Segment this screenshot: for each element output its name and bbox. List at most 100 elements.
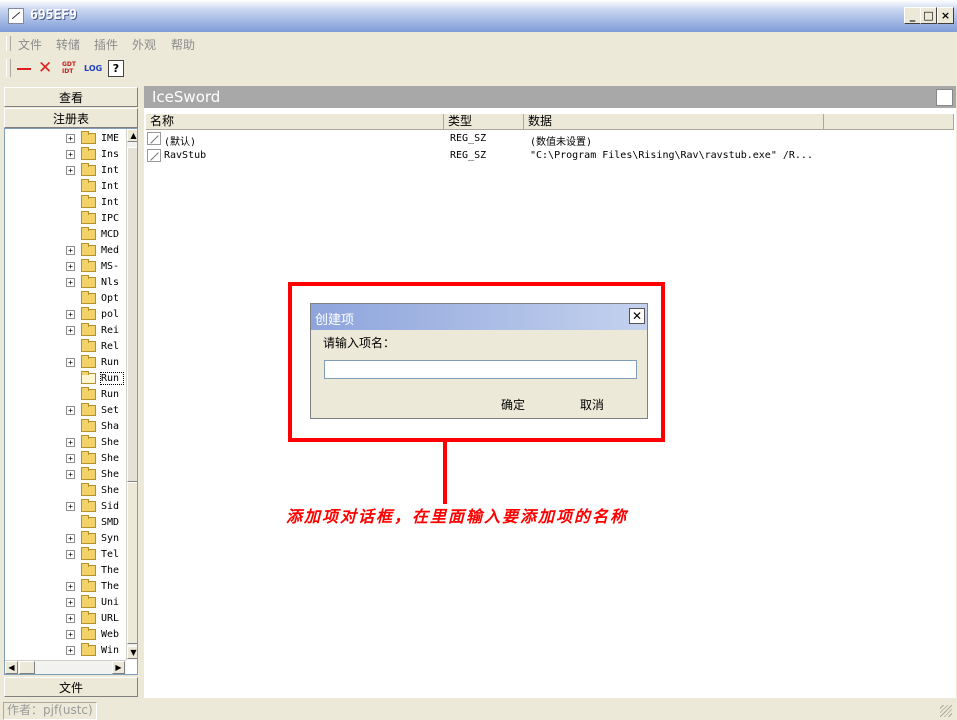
menu-appearance[interactable]: 外观 bbox=[132, 36, 156, 53]
scroll-right-arrow[interactable]: ▶ bbox=[112, 661, 125, 674]
tree-item[interactable]: SMD bbox=[5, 515, 137, 531]
tree-item[interactable]: + Med bbox=[5, 243, 137, 259]
string-value-icon bbox=[147, 149, 161, 162]
expand-icon[interactable]: + bbox=[66, 358, 75, 367]
tree-item[interactable]: + Run bbox=[5, 355, 137, 371]
tree-item-label: Int bbox=[101, 165, 120, 176]
tree-item[interactable]: + Syn bbox=[5, 531, 137, 547]
tab-registry[interactable]: 注册表 bbox=[4, 108, 138, 128]
expand-icon[interactable]: + bbox=[66, 646, 75, 655]
expand-icon[interactable]: + bbox=[66, 438, 75, 447]
tree-item[interactable]: + Tel bbox=[5, 547, 137, 563]
tree-item[interactable]: Run bbox=[5, 387, 137, 403]
ok-button[interactable]: 确定 bbox=[501, 396, 525, 413]
menu-plugins[interactable]: 插件 bbox=[94, 36, 118, 53]
scroll-track[interactable] bbox=[127, 147, 137, 482]
tree-item[interactable]: + Set bbox=[5, 403, 137, 419]
menu-dump[interactable]: 转储 bbox=[56, 36, 80, 53]
tab-file[interactable]: 文件 bbox=[4, 677, 138, 697]
table-row[interactable]: RavStub REG_SZ "C:\Program Files\Rising\… bbox=[144, 148, 956, 165]
column-header-name[interactable]: 名称 bbox=[146, 114, 444, 130]
tree-horizontal-scrollbar[interactable]: ◀ ▶ bbox=[5, 660, 126, 674]
column-header-type[interactable]: 类型 bbox=[444, 114, 524, 130]
cancel-button[interactable]: 取消 bbox=[580, 396, 604, 413]
expand-icon[interactable]: + bbox=[66, 134, 75, 143]
registry-tree: + IME + Ins + Int Int Int IPC MCD + Med + MS- + Nls Opt +… bbox=[4, 128, 138, 675]
expand-icon[interactable]: + bbox=[66, 502, 75, 511]
dialog-prompt: 请输入项名： bbox=[323, 336, 396, 350]
expand-icon[interactable]: + bbox=[66, 582, 75, 591]
gdt-idt-icon[interactable]: GDT IDT bbox=[62, 61, 76, 75]
close-button[interactable]: × bbox=[937, 7, 954, 24]
tree-item[interactable]: Sha bbox=[5, 419, 137, 435]
expand-icon[interactable]: + bbox=[66, 534, 75, 543]
expand-icon[interactable]: + bbox=[66, 326, 75, 335]
tree-item[interactable]: + Uni bbox=[5, 595, 137, 611]
tree-item[interactable]: + Sid bbox=[5, 499, 137, 515]
row-data: (数值未设置) bbox=[530, 137, 593, 148]
expand-icon[interactable]: + bbox=[66, 406, 75, 415]
expand-icon[interactable]: + bbox=[66, 470, 75, 479]
maximize-button[interactable]: □ bbox=[920, 7, 937, 24]
tree-item-label: URL bbox=[101, 613, 120, 624]
tree-item[interactable]: + The bbox=[5, 579, 137, 595]
help-icon[interactable]: ? bbox=[108, 60, 124, 77]
tree-item[interactable]: + pol bbox=[5, 307, 137, 323]
tree-item[interactable]: The bbox=[5, 563, 137, 579]
tree-item[interactable]: MCD bbox=[5, 227, 137, 243]
horizontal-scroll-thumb[interactable] bbox=[19, 661, 35, 674]
minimize-button[interactable]: _ bbox=[904, 7, 921, 24]
key-name-input[interactable] bbox=[324, 360, 637, 379]
expand-icon[interactable]: + bbox=[66, 630, 75, 639]
tree-item[interactable]: + Win bbox=[5, 643, 137, 659]
tree-item[interactable]: + Rei bbox=[5, 323, 137, 339]
expand-icon[interactable]: + bbox=[66, 454, 75, 463]
tree-item[interactable]: + IME bbox=[5, 131, 137, 147]
tree-item[interactable]: + Ins bbox=[5, 147, 137, 163]
tab-view[interactable]: 查看 bbox=[4, 87, 138, 107]
tree-item[interactable]: + URL bbox=[5, 611, 137, 627]
tree-item[interactable]: + Web bbox=[5, 627, 137, 643]
expand-icon[interactable]: + bbox=[66, 262, 75, 271]
tree-item[interactable]: + MS- bbox=[5, 259, 137, 275]
tree-item[interactable]: Int bbox=[5, 195, 137, 211]
dialog-close-button[interactable]: ✕ bbox=[629, 308, 645, 324]
header-edit-icon[interactable] bbox=[936, 89, 953, 106]
tree-item[interactable]: Rel bbox=[5, 339, 137, 355]
minus-icon[interactable] bbox=[17, 68, 31, 70]
column-header-data[interactable]: 数据 bbox=[524, 114, 824, 130]
delete-icon[interactable]: ✕ bbox=[38, 58, 52, 78]
tree-item[interactable]: + Nls bbox=[5, 275, 137, 291]
tree-item[interactable]: + Int bbox=[5, 163, 137, 179]
resize-grip[interactable] bbox=[940, 705, 952, 717]
tree-item[interactable]: + She bbox=[5, 435, 137, 451]
tree-item[interactable]: + She bbox=[5, 451, 137, 467]
menu-help[interactable]: 帮助 bbox=[171, 36, 195, 53]
scroll-left-arrow[interactable]: ◀ bbox=[5, 661, 18, 674]
expand-icon[interactable]: + bbox=[66, 246, 75, 255]
expand-icon[interactable]: + bbox=[66, 598, 75, 607]
column-header-empty[interactable] bbox=[824, 114, 954, 130]
tree-item[interactable]: IPC bbox=[5, 211, 137, 227]
scroll-thumb[interactable] bbox=[127, 482, 137, 644]
expand-icon[interactable]: + bbox=[66, 550, 75, 559]
tree-item[interactable]: Int bbox=[5, 179, 137, 195]
folder-icon bbox=[81, 451, 96, 464]
tree-item[interactable]: Opt bbox=[5, 291, 137, 307]
expand-icon[interactable]: + bbox=[66, 150, 75, 159]
tree-item-label: Win bbox=[101, 645, 120, 656]
tree-item[interactable]: Run bbox=[5, 371, 137, 387]
tree-item[interactable]: She bbox=[5, 483, 137, 499]
expand-icon[interactable]: + bbox=[66, 614, 75, 623]
log-icon[interactable]: LOG bbox=[84, 64, 102, 73]
expand-icon[interactable]: + bbox=[66, 278, 75, 287]
folder-icon bbox=[81, 243, 96, 256]
expand-icon[interactable]: + bbox=[66, 166, 75, 175]
expand-icon[interactable]: + bbox=[66, 310, 75, 319]
scroll-down-arrow[interactable]: ▼ bbox=[127, 646, 137, 659]
scroll-up-arrow[interactable]: ▲ bbox=[127, 129, 137, 142]
menu-file[interactable]: 文件 bbox=[18, 36, 42, 53]
tree-vertical-scrollbar[interactable]: ▲ ▼ bbox=[126, 129, 137, 660]
tree-item[interactable]: + She bbox=[5, 467, 137, 483]
table-row[interactable]: (默认) REG_SZ (数值未设置) bbox=[144, 131, 956, 148]
